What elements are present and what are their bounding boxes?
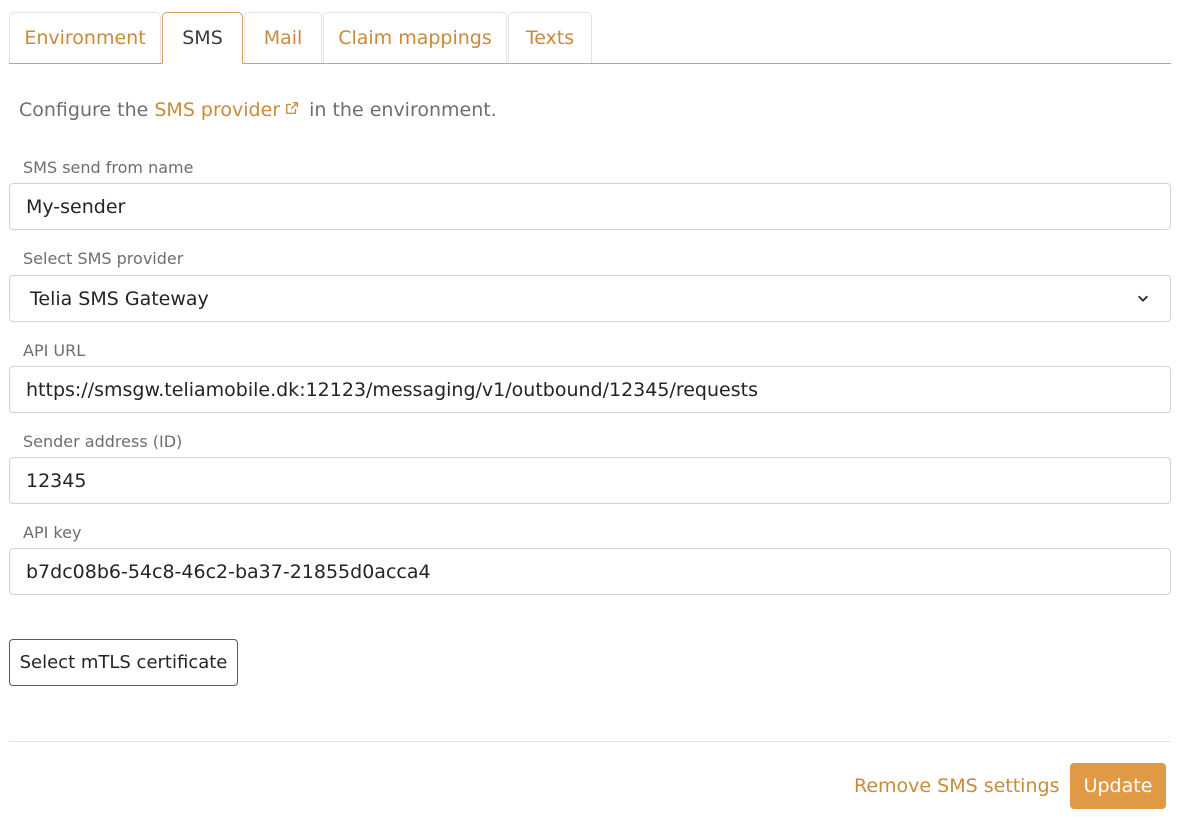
api-key-input[interactable] (9, 548, 1171, 595)
remove-sms-settings-link[interactable]: Remove SMS settings (854, 775, 1059, 797)
settings-tabs: Environment SMS Mail Claim mappings Text… (9, 12, 1171, 64)
intro-suffix: in the environment. (309, 99, 497, 121)
sms-provider-link-text: SMS provider (154, 99, 281, 121)
sms-provider-label: Select SMS provider (23, 249, 184, 268)
sms-provider-select[interactable]: Telia SMS Gateway (9, 275, 1171, 322)
send-from-name-label: SMS send from name (23, 158, 194, 177)
sms-provider-selected-value: Telia SMS Gateway (30, 287, 209, 310)
tab-mail[interactable]: Mail (244, 12, 322, 63)
tab-environment[interactable]: Environment (9, 12, 161, 63)
api-key-label: API key (23, 523, 82, 542)
chevron-down-icon (1136, 288, 1150, 310)
select-mtls-certificate-button[interactable]: Select mTLS certificate (9, 639, 238, 686)
tab-texts[interactable]: Texts (508, 12, 592, 63)
send-from-name-input[interactable] (9, 183, 1171, 230)
footer-divider (9, 741, 1171, 742)
sender-address-input[interactable] (9, 457, 1171, 504)
tab-sms[interactable]: SMS (162, 12, 243, 64)
sender-address-label: Sender address (ID) (23, 432, 183, 451)
intro-prefix: Configure the (19, 99, 149, 121)
external-link-icon (285, 98, 299, 120)
sms-provider-link[interactable]: SMS provider (154, 99, 303, 121)
api-url-input[interactable] (9, 366, 1171, 413)
tab-claim-mappings[interactable]: Claim mappings (323, 12, 507, 63)
api-url-label: API URL (23, 341, 86, 360)
update-button[interactable]: Update (1070, 763, 1166, 809)
sms-settings-page: Environment SMS Mail Claim mappings Text… (0, 0, 1192, 826)
intro-text: Configure the SMS provider in the enviro… (19, 98, 497, 121)
